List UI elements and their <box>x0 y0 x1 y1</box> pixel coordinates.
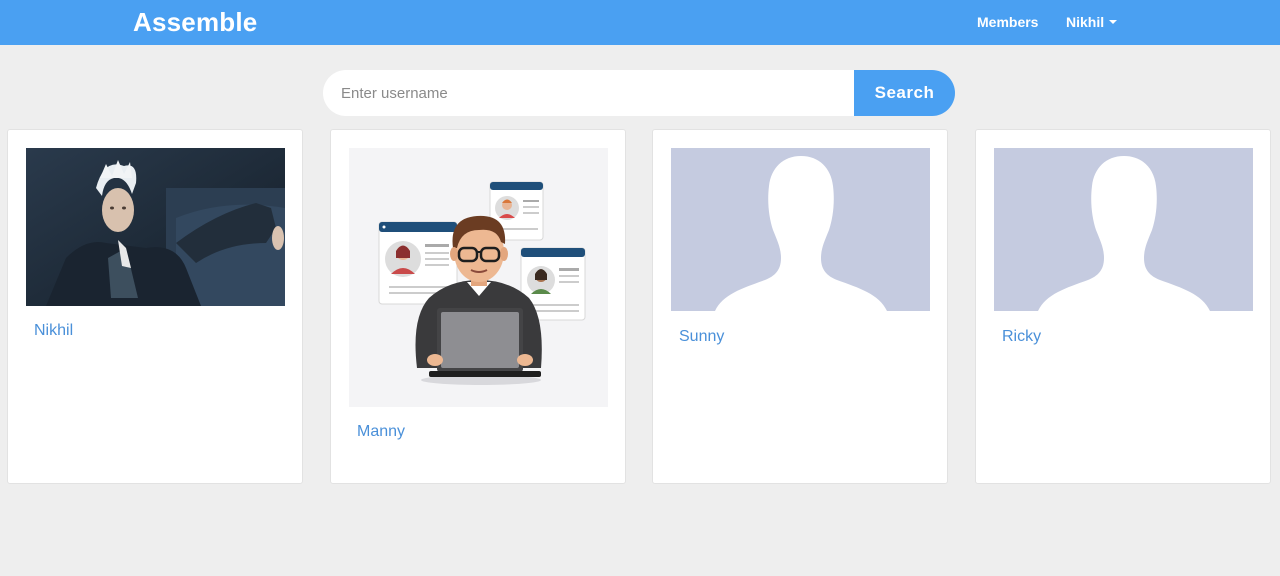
caret-down-icon <box>1109 20 1118 25</box>
member-card[interactable]: Ricky <box>975 129 1271 484</box>
brand-logo[interactable]: Assemble <box>133 7 257 38</box>
member-photo <box>349 148 608 407</box>
search-button[interactable]: Search <box>854 70 955 116</box>
search-bar: Search <box>323 70 955 116</box>
user-menu-label: Nikhil <box>1066 14 1105 30</box>
member-card[interactable]: Nikhil <box>7 129 303 484</box>
member-name-link[interactable]: Ricky <box>1002 328 1041 346</box>
default-avatar-silhouette <box>994 148 1253 311</box>
default-avatar-silhouette <box>671 148 930 311</box>
user-menu-dropdown[interactable]: Nikhil <box>1066 14 1118 30</box>
username-search-input[interactable] <box>323 70 855 116</box>
member-photo <box>26 148 285 306</box>
member-card[interactable]: Manny <box>330 129 626 484</box>
member-card[interactable]: Sunny <box>652 129 948 484</box>
member-name-link[interactable]: Manny <box>357 423 405 441</box>
member-name-link[interactable]: Sunny <box>679 328 724 346</box>
nav-members-link[interactable]: Members <box>977 14 1038 30</box>
top-navbar: Assemble Members Nikhil <box>0 0 1280 45</box>
member-name-link[interactable]: Nikhil <box>34 322 73 340</box>
